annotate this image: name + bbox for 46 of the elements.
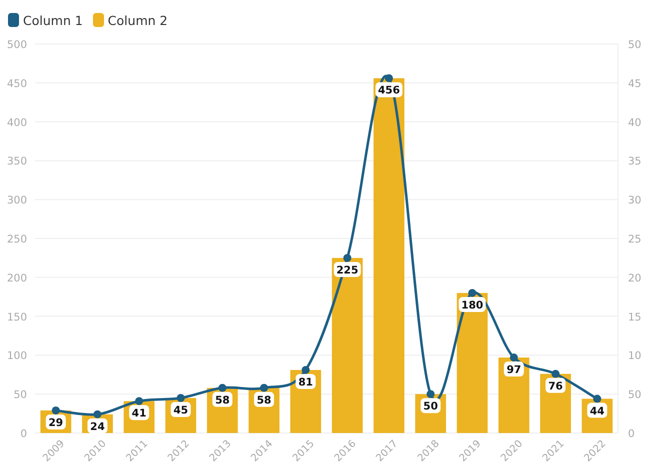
legend-label[interactable]: Column 2 — [108, 12, 168, 28]
data-point — [260, 384, 268, 392]
axis-label: 350 — [6, 156, 27, 168]
data-point — [593, 394, 602, 403]
data-point — [426, 390, 435, 398]
data-label: 41 — [129, 405, 150, 420]
data-label: 456 — [375, 82, 402, 98]
axis-label: 50 — [628, 39, 642, 51]
axis-label: 15 — [628, 311, 642, 324]
axis-label: 0 — [628, 428, 635, 440]
data-point — [302, 366, 310, 374]
axis-label: 35 — [628, 156, 642, 168]
axis-label: 200 — [6, 272, 27, 284]
axis-label: 450 — [6, 78, 27, 90]
axis-label: 20 — [628, 272, 642, 284]
axis-label: 150 — [6, 311, 27, 324]
data-label: 50 — [420, 398, 441, 414]
axis-label: 25 — [628, 234, 642, 246]
data-label: 81 — [296, 374, 316, 389]
data-point — [135, 397, 144, 406]
axis-label: 500 — [6, 39, 27, 51]
axis-label: 40 — [628, 116, 642, 129]
data-point — [52, 406, 60, 414]
axis-label: 30 — [628, 194, 642, 207]
data-label: 97 — [504, 362, 524, 377]
data-point — [218, 384, 226, 392]
axis-label: 45 — [628, 78, 642, 90]
axis-label: 50 — [14, 389, 27, 402]
axis-label: 100 — [6, 350, 27, 362]
data-label: 58 — [254, 392, 274, 407]
axis-label: 250 — [6, 234, 27, 246]
data-point — [176, 394, 185, 402]
axis-label: 0 — [20, 428, 27, 440]
axis-label: 50 — [628, 389, 642, 402]
data-point — [468, 288, 476, 297]
data-point — [552, 370, 560, 378]
axis-label: 10 — [628, 350, 642, 362]
data-label: 76 — [546, 378, 566, 393]
data-point — [384, 74, 393, 82]
axis-label: 400 — [6, 116, 27, 129]
data-point — [510, 354, 518, 362]
data-label: 44 — [587, 402, 608, 418]
data-point — [343, 254, 352, 262]
axis-label: 300 — [6, 194, 27, 207]
legend-label[interactable]: Column 1 — [23, 12, 83, 28]
data-point — [93, 410, 102, 418]
